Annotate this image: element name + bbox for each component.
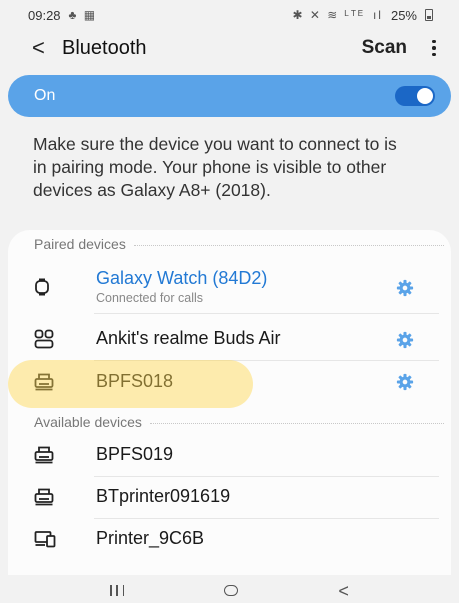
watch-icon [35, 278, 49, 295]
bluetooth-switch[interactable] [395, 86, 435, 106]
printer-icon [34, 488, 54, 505]
status-bar: 09:28 ♣ ▦ ✱ ✕ ≋ ᴸᵀᴱ ıl 25% [0, 0, 459, 30]
pairing-info-text: Make sure the device you want to connect… [33, 134, 397, 200]
home-icon[interactable] [224, 585, 239, 596]
page-title: Bluetooth [62, 36, 147, 59]
device-name: BTprinter091619 [96, 486, 231, 506]
connectivity-icons: ✱ ✕ ≋ ᴸᵀᴱ [292, 8, 365, 22]
status-left: 09:28 ♣ ▦ [28, 8, 97, 23]
switch-thumb [417, 88, 433, 104]
device-name: Galaxy Watch (84D2) [96, 268, 268, 288]
device-row-bpfs018[interactable]: BPFS018 [34, 371, 451, 392]
earbuds-icon-cell [34, 329, 96, 349]
paired-devices-header: Paired devices [34, 236, 444, 252]
toggle-label: On [34, 87, 56, 104]
available-devices-card: Available devices BPFS019 BTprinter09161… [8, 408, 451, 575]
recent-apps-icon[interactable] [110, 585, 125, 596]
row-divider [94, 360, 439, 361]
paired-devices-title: Paired devices [34, 236, 126, 252]
printer-icon [34, 373, 54, 390]
gear-icon[interactable] [396, 373, 414, 391]
scan-button[interactable]: Scan [362, 37, 407, 59]
available-devices-title: Available devices [34, 414, 142, 430]
device-status: Connected for calls [96, 291, 204, 305]
device-name: Printer_9C6B [96, 528, 205, 548]
device-row-printer-9c6b[interactable]: Printer_9C6B [34, 528, 451, 549]
header-divider [149, 422, 444, 424]
row-divider [94, 518, 439, 519]
devices-icon [34, 530, 56, 547]
navigation-bar: < [0, 578, 459, 603]
paired-devices-card: Paired devices Galaxy Watch (84D2) Conne… [8, 230, 451, 408]
battery-icon [425, 9, 433, 21]
header-divider [133, 244, 444, 246]
status-time: 09:28 [28, 7, 61, 23]
back-chevron-icon[interactable]: < [32, 35, 62, 61]
row-divider [94, 313, 439, 314]
battery-percent: 25% [390, 7, 417, 23]
row-divider [94, 476, 439, 477]
device-row-realme-buds[interactable]: Ankit's realme Buds Air [34, 328, 451, 349]
back-icon[interactable]: < [338, 582, 349, 600]
device-name: BPFS019 [96, 444, 174, 464]
printer-icon [34, 446, 54, 463]
gear-icon[interactable] [396, 331, 414, 349]
earbuds-icon [34, 329, 54, 348]
bluetooth-toggle-row[interactable]: On [8, 75, 451, 117]
printer-icon-cell [34, 373, 96, 391]
notification-icons: ♣ ▦ [68, 8, 98, 22]
devices-icon-cell [34, 530, 96, 548]
gear-icon[interactable] [396, 279, 414, 297]
status-right: ✱ ✕ ≋ ᴸᵀᴱ ıl 25% [292, 8, 433, 23]
available-devices-header: Available devices [34, 414, 444, 430]
app-bar: < Bluetooth Scan [0, 30, 459, 66]
device-row-bpfs019[interactable]: BPFS019 [34, 444, 451, 465]
device-row-galaxy-watch[interactable]: Galaxy Watch (84D2) Connected for calls [34, 268, 451, 305]
printer-icon-cell [34, 488, 96, 506]
device-row-btprinter[interactable]: BTprinter091619 [34, 486, 451, 507]
device-text: Galaxy Watch (84D2) Connected for calls [96, 268, 267, 305]
signal-icon: ıl [372, 8, 383, 22]
device-name: Ankit's realme Buds Air [96, 328, 281, 348]
more-vertical-icon[interactable] [429, 39, 439, 57]
watch-icon-cell [34, 278, 96, 296]
printer-icon-cell [34, 446, 96, 464]
device-name: BPFS018 [96, 371, 174, 391]
